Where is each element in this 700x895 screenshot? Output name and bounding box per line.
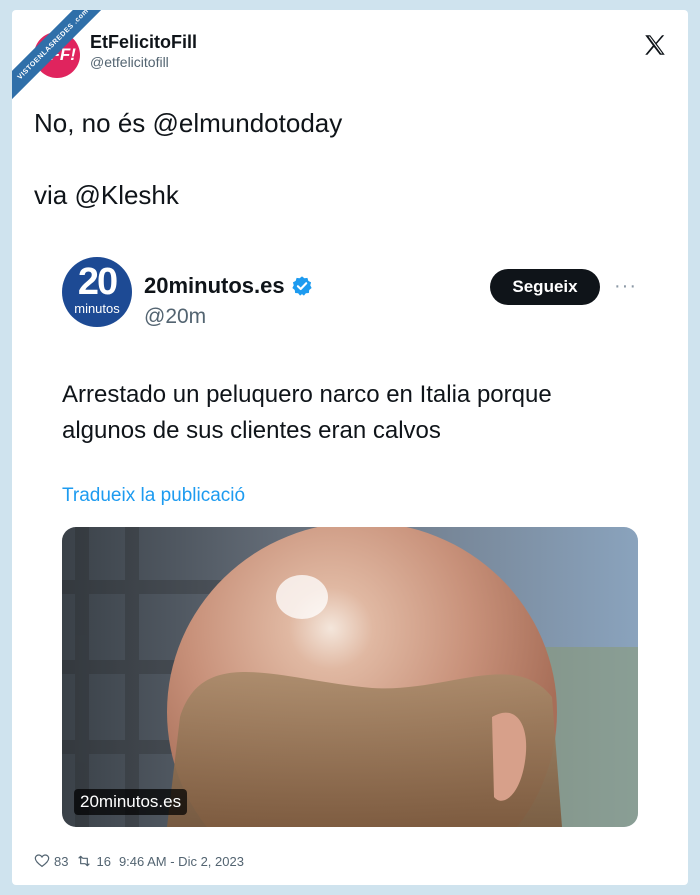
tweet-footer: 83 16 9:46 AM - Dic 2, 2023 (34, 853, 244, 869)
media-image[interactable]: 20minutos.es (62, 527, 638, 827)
embed-author-handle[interactable]: @20m (144, 305, 206, 329)
retweet-button[interactable]: 16 (76, 853, 111, 869)
tweet-text-line-1: No, no és @elmundotoday (34, 108, 343, 138)
translate-link[interactable]: Tradueix la publicació (62, 485, 245, 507)
tweet-text-line-2: via @Kleshk (34, 180, 179, 210)
embed-logo-number: 20 (77, 261, 118, 303)
timestamp[interactable]: 9:46 AM - Dic 2, 2023 (119, 854, 244, 869)
embedded-tweet[interactable]: 20 minutos 20minutos.es @20m Segueix ···… (62, 247, 652, 827)
retweet-icon (78, 855, 91, 867)
author-handle[interactable]: @etfelicitofill (90, 54, 169, 70)
x-logo-icon[interactable] (642, 32, 668, 58)
bald-head-photo (62, 527, 638, 827)
author-name[interactable]: EtFelicitoFill (90, 32, 197, 53)
follow-button[interactable]: Segueix (490, 269, 600, 305)
embed-logo-word: minutos (74, 301, 120, 316)
embed-tweet-text: Arrestado un peluquero narco en Italia p… (62, 381, 552, 444)
retweet-count: 16 (96, 853, 111, 869)
heart-icon (34, 854, 50, 868)
like-count: 83 (54, 853, 69, 869)
embed-author-name[interactable]: 20minutos.es (144, 273, 313, 299)
like-button[interactable]: 83 (34, 853, 68, 869)
tweet-card: VISTOENLASREDES .com EFF! EtFelicitoFill… (12, 10, 688, 885)
more-options-icon[interactable]: ··· (614, 275, 637, 298)
embed-author-name-text: 20minutos.es (144, 273, 285, 298)
verified-badge-icon (291, 276, 312, 296)
embed-avatar[interactable]: 20 minutos (62, 257, 132, 327)
media-source-label: 20minutos.es (74, 789, 188, 815)
